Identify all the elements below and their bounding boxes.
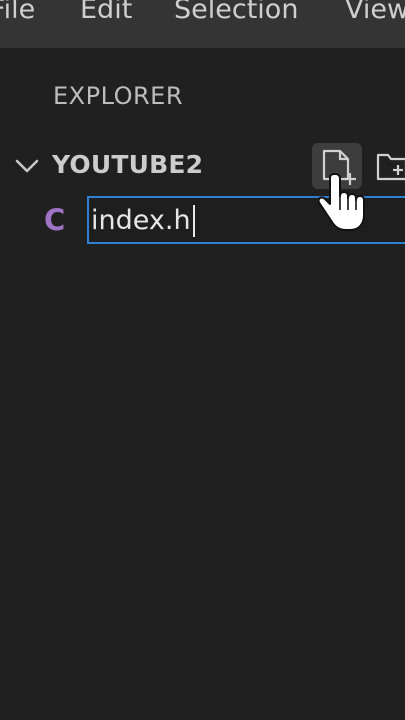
text-caret	[193, 205, 195, 237]
menu-edit[interactable]: Edit	[80, 0, 132, 30]
hand-pointer-cursor-icon	[318, 173, 365, 231]
menu-selection[interactable]: Selection	[174, 0, 298, 30]
explorer-title: EXPLORER	[53, 82, 183, 110]
new-folder-button[interactable]	[372, 143, 405, 189]
editor-window: File Edit Selection View EXPLORER YOUTUB…	[0, 0, 405, 720]
menu-file[interactable]: File	[0, 0, 35, 30]
chevron-down-icon[interactable]	[12, 150, 42, 180]
folder-name[interactable]: YOUTUBE2	[52, 150, 203, 180]
c-language-icon: C	[44, 203, 66, 237]
menu-view[interactable]: View	[345, 0, 405, 30]
menu-bar: File Edit Selection View	[0, 0, 405, 48]
new-folder-icon	[376, 153, 405, 181]
